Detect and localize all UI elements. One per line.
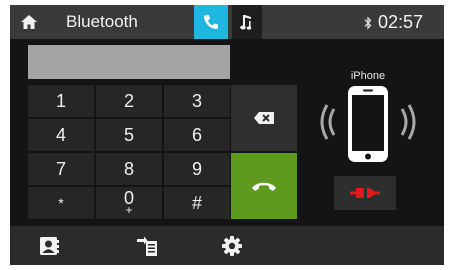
call-button[interactable] [231,153,297,219]
key-9[interactable]: 9 [164,153,230,185]
disconnect-button[interactable] [334,176,396,210]
backspace-icon [254,112,274,124]
key-7[interactable]: 7 [28,153,94,185]
key-hash[interactable]: # [164,187,230,219]
call-icon [252,182,276,191]
key-2[interactable]: 2 [96,85,162,117]
contacts-icon[interactable] [38,235,60,257]
head-unit-screen: Bluetooth 02:57 1 2 3 4 5 6 7 8 9 * 0 + … [10,5,444,265]
backspace-button[interactable] [231,85,297,151]
home-icon[interactable] [20,14,38,30]
key-8[interactable]: 8 [96,153,162,185]
phone-icon [204,15,218,29]
disconnect-icon [350,188,380,198]
page-title: Bluetooth [66,12,138,31]
clock: 02:57 [378,12,424,32]
key-4[interactable]: 4 [28,119,94,151]
tab-phone[interactable] [194,5,228,39]
key-1[interactable]: 1 [28,85,94,117]
top-bar: Bluetooth 02:57 [10,5,444,39]
number-display [28,45,230,79]
keypad: 1 2 3 4 5 6 7 8 9 * 0 + # [28,85,230,220]
bluetooth-status-icon [364,16,372,30]
phone-vibrating-icon [320,86,416,162]
bottom-bar [10,226,444,265]
tab-music[interactable] [232,5,262,39]
settings-gear-icon[interactable] [221,235,243,257]
key-6[interactable]: 6 [164,119,230,151]
key-0[interactable]: 0 + [96,187,162,219]
connected-device-name: iPhone [350,70,386,82]
key-5[interactable]: 5 [96,119,162,151]
key-star[interactable]: * [28,187,94,219]
key-3[interactable]: 3 [164,85,230,117]
music-note-icon [240,15,252,30]
call-log-icon[interactable] [136,235,158,257]
key-0-plus-label: + [125,203,133,217]
